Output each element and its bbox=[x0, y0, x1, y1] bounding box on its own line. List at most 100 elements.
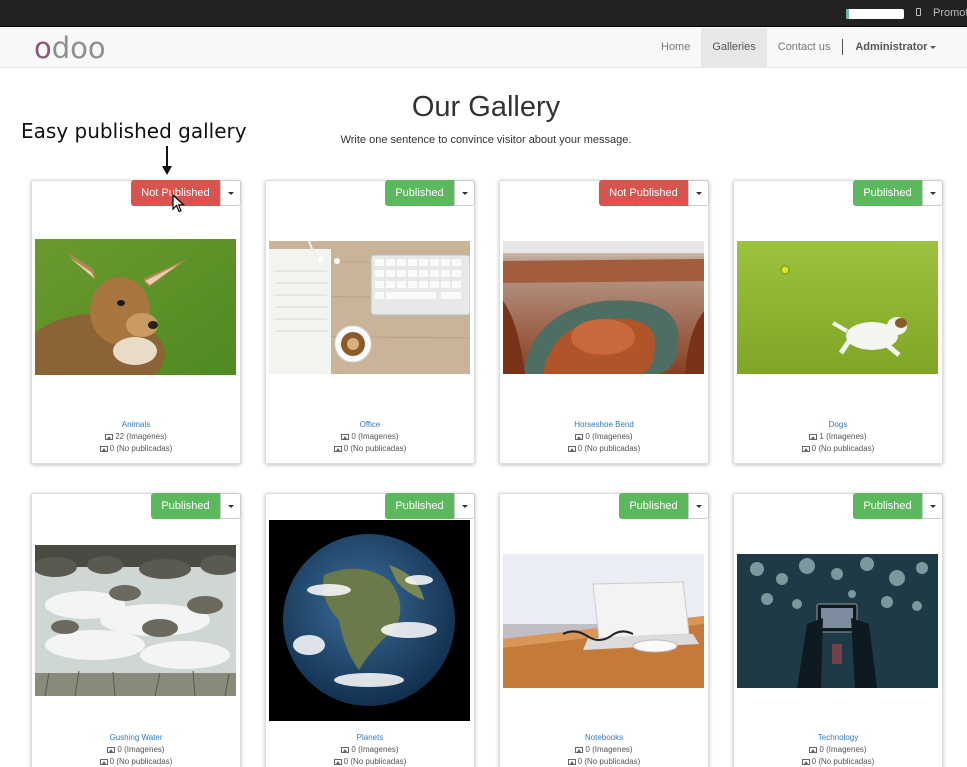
gallery-name-link[interactable]: Horseshoe Bend bbox=[500, 420, 708, 429]
unpublished-count: 0 (No publicadas) bbox=[32, 757, 240, 766]
picture-icon bbox=[567, 759, 576, 765]
unpublished-count-text: 0 (No publicadas) bbox=[577, 444, 641, 453]
publish-dropdown-toggle[interactable] bbox=[454, 180, 475, 206]
images-count-text: 22 (Imagenes) bbox=[115, 432, 167, 441]
images-count: 1 (Imagenes) bbox=[734, 432, 942, 441]
unpublished-count: 0 (No publicadas) bbox=[500, 444, 708, 453]
publish-dropdown-toggle[interactable] bbox=[688, 180, 709, 206]
gallery-thumbnail[interactable] bbox=[737, 554, 938, 688]
publish-dropdown-toggle[interactable] bbox=[220, 493, 241, 519]
published-button[interactable]: Published bbox=[853, 180, 922, 206]
images-count-text: 0 (Imagenes) bbox=[819, 745, 867, 754]
gallery-card: Published Technology 0 (Imagenes) 0 (No … bbox=[733, 493, 943, 767]
picture-icon bbox=[105, 434, 114, 440]
published-button[interactable]: Published bbox=[385, 493, 454, 519]
images-count: 0 (Imagenes) bbox=[32, 745, 240, 754]
publish-toggle-group: Not Published bbox=[599, 180, 709, 206]
publish-toggle-group: Published bbox=[853, 180, 943, 206]
publish-dropdown-toggle[interactable] bbox=[220, 180, 241, 206]
chevron-down-icon bbox=[929, 504, 936, 508]
gallery-name-link[interactable]: Dogs bbox=[734, 420, 942, 429]
chevron-down-icon bbox=[461, 504, 468, 508]
picture-icon bbox=[99, 446, 108, 452]
unpublished-count: 0 (No publicadas) bbox=[500, 757, 708, 766]
admin-top-bar: Promot bbox=[0, 0, 967, 27]
gallery-name-link[interactable]: Animals bbox=[32, 420, 240, 429]
gallery-name-link[interactable]: Technology bbox=[734, 733, 942, 742]
annotation-arrow-line bbox=[166, 146, 168, 168]
nav-divider bbox=[842, 39, 844, 55]
mobile-preview-icon[interactable] bbox=[916, 8, 921, 16]
chevron-down-icon bbox=[929, 191, 936, 195]
published-button[interactable]: Published bbox=[853, 493, 922, 519]
gallery-thumbnail[interactable] bbox=[35, 239, 236, 375]
unpublished-count: 0 (No publicadas) bbox=[734, 444, 942, 453]
publish-dropdown-toggle[interactable] bbox=[688, 493, 709, 519]
gallery-thumbnail[interactable] bbox=[35, 545, 236, 696]
gallery-thumbnail[interactable] bbox=[503, 241, 704, 374]
published-button[interactable]: Published bbox=[385, 180, 454, 206]
unpublished-count-text: 0 (No publicadas) bbox=[109, 444, 173, 453]
nav-link-galleries[interactable]: Galleries bbox=[701, 28, 767, 67]
promote-menu[interactable]: Promot bbox=[933, 7, 967, 19]
publish-dropdown-toggle[interactable] bbox=[922, 180, 943, 206]
publish-toggle-group: Published bbox=[385, 180, 475, 206]
images-count: 0 (Imagenes) bbox=[500, 745, 708, 754]
unpublished-count: 0 (No publicadas) bbox=[266, 757, 474, 766]
unpublished-count-text: 0 (No publicadas) bbox=[577, 757, 641, 766]
annotation-text: Easy published gallery bbox=[21, 119, 247, 143]
picture-icon bbox=[801, 759, 810, 765]
publish-toggle-group: Not Published bbox=[131, 180, 241, 206]
odoo-logo[interactable]: odoo bbox=[34, 33, 106, 63]
gallery-name-link[interactable]: Gushing Water bbox=[32, 733, 240, 742]
gallery-card: Published Gushing Water 0 (Imagenes) 0 (… bbox=[31, 493, 241, 767]
gallery-thumbnail[interactable] bbox=[503, 554, 704, 688]
images-count-text: 0 (Imagenes) bbox=[585, 432, 633, 441]
unpublished-count: 0 (No publicadas) bbox=[266, 444, 474, 453]
picture-icon bbox=[567, 446, 576, 452]
unpublished-count: 0 (No publicadas) bbox=[32, 444, 240, 453]
images-count: 0 (Imagenes) bbox=[266, 432, 474, 441]
logo-letter-o: o bbox=[34, 31, 52, 65]
gallery-thumbnail[interactable] bbox=[737, 241, 938, 374]
nav-link-contact[interactable]: Contact us bbox=[767, 28, 842, 67]
gallery-name-link[interactable]: Notebooks bbox=[500, 733, 708, 742]
not-published-button[interactable]: Not Published bbox=[599, 180, 688, 206]
gallery-card: Published Planets 0 (Imagenes) 0 (No pub… bbox=[265, 493, 475, 767]
unpublished-count: 0 (No publicadas) bbox=[734, 757, 942, 766]
picture-icon bbox=[99, 759, 108, 765]
main-navbar: odoo Home Galleries Contact us Administr… bbox=[0, 28, 967, 68]
gallery-thumbnail[interactable] bbox=[269, 520, 470, 721]
gallery-card: Not Published Animals 22 (Imagenes) 0 (N… bbox=[31, 180, 241, 464]
picture-icon bbox=[801, 446, 810, 452]
nav-link-home[interactable]: Home bbox=[650, 28, 701, 67]
images-count: 0 (Imagenes) bbox=[500, 432, 708, 441]
gallery-card: Not Published Horseshoe Bend 0 (Imagenes… bbox=[499, 180, 709, 464]
progress-bar bbox=[846, 9, 904, 19]
publish-dropdown-toggle[interactable] bbox=[454, 493, 475, 519]
published-button[interactable]: Published bbox=[151, 493, 220, 519]
images-count: 22 (Imagenes) bbox=[32, 432, 240, 441]
chevron-down-icon bbox=[227, 191, 234, 195]
publish-toggle-group: Published bbox=[385, 493, 475, 519]
gallery-name-link[interactable]: Office bbox=[266, 420, 474, 429]
gallery-name-link[interactable]: Planets bbox=[266, 733, 474, 742]
chevron-down-icon bbox=[227, 504, 234, 508]
unpublished-count-text: 0 (No publicadas) bbox=[109, 757, 173, 766]
user-menu[interactable]: Administrator bbox=[844, 28, 947, 67]
picture-icon bbox=[575, 747, 584, 753]
images-count-text: 0 (Imagenes) bbox=[117, 745, 165, 754]
chevron-down-icon bbox=[461, 191, 468, 195]
gallery-card: Published Notebooks 0 (Imagenes) 0 (No p… bbox=[499, 493, 709, 767]
logo-rest: doo bbox=[51, 31, 106, 65]
picture-icon bbox=[809, 434, 818, 440]
published-button[interactable]: Published bbox=[619, 493, 688, 519]
publish-toggle-group: Published bbox=[853, 493, 943, 519]
mouse-cursor-icon bbox=[172, 194, 186, 213]
publish-dropdown-toggle[interactable] bbox=[922, 493, 943, 519]
gallery-thumbnail[interactable] bbox=[269, 241, 470, 374]
gallery-card: Published Dogs 1 (Imagenes) 0 (No public… bbox=[733, 180, 943, 464]
images-count-text: 0 (Imagenes) bbox=[351, 432, 399, 441]
picture-icon bbox=[333, 759, 342, 765]
chevron-down-icon bbox=[930, 45, 937, 49]
